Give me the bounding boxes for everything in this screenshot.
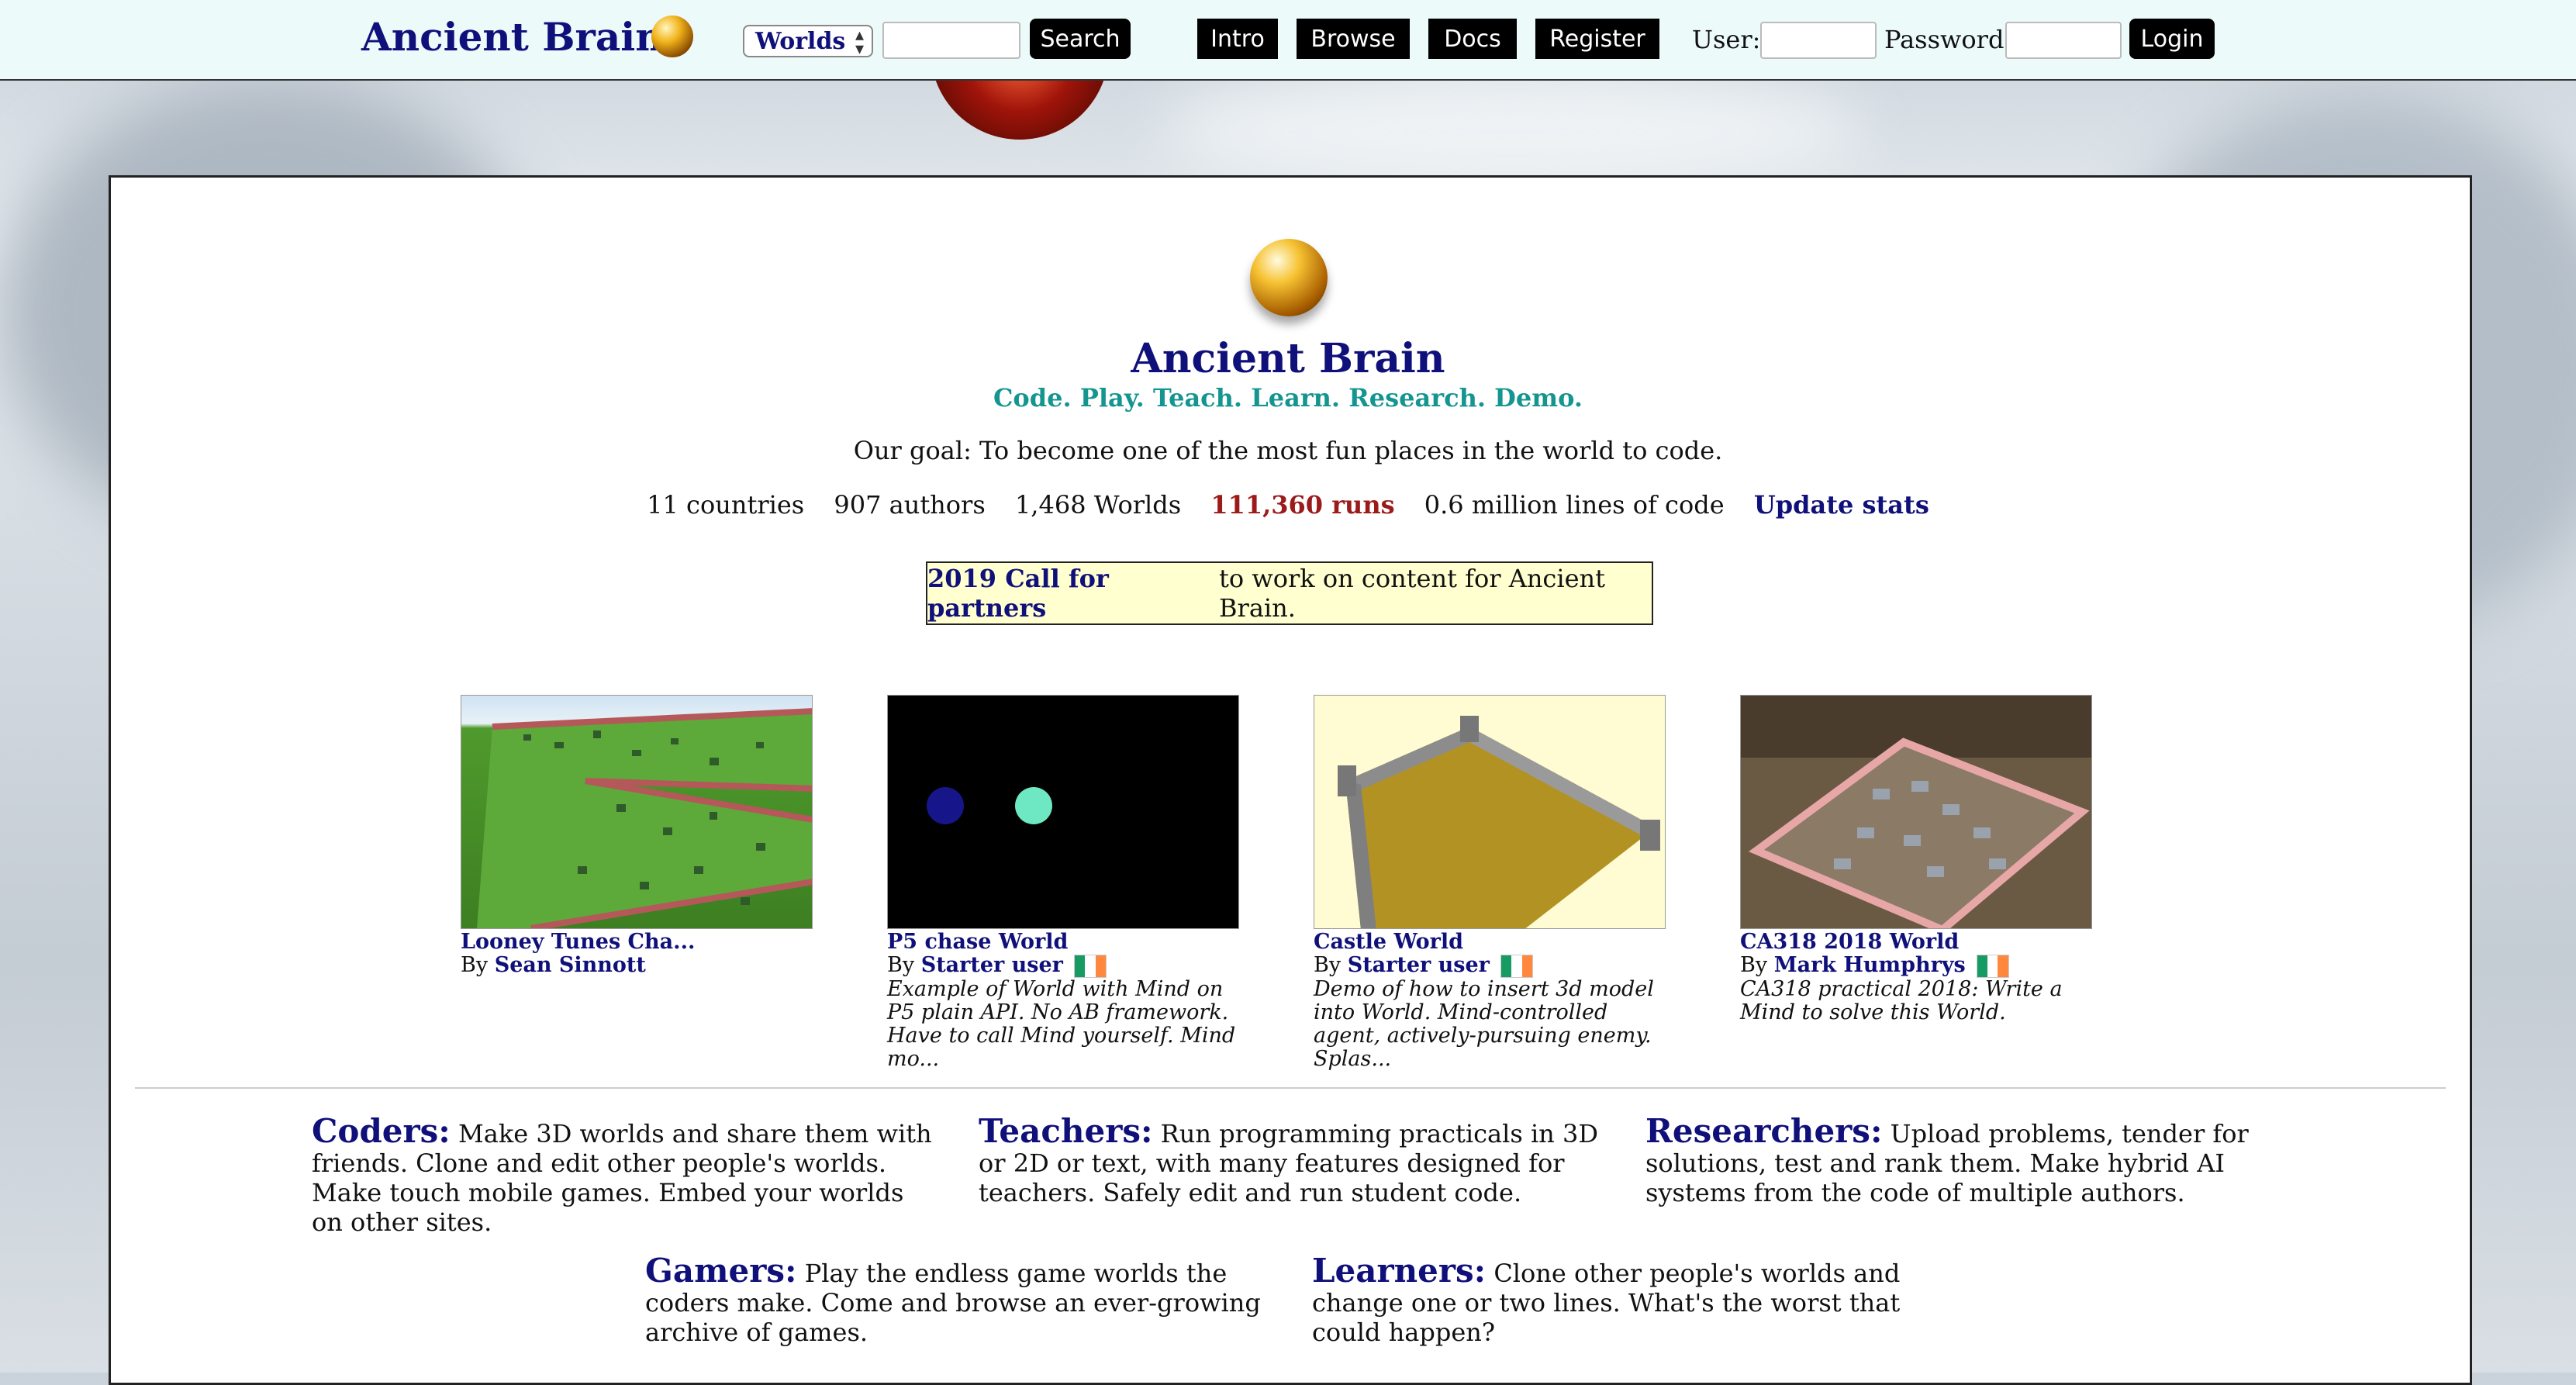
author-link[interactable]: Starter user [921, 953, 1063, 977]
password-input[interactable] [2005, 22, 2122, 59]
teachers-blurb: Teachers: Run programming practicals in … [979, 1115, 1607, 1208]
stat-runs: 111,360 runs [1210, 490, 1395, 520]
password-label: Password: [1884, 25, 2013, 54]
partners-box: 2019 Call for partners to work on conten… [926, 561, 1653, 625]
stat-worlds: 1,468 Worlds [1014, 490, 1182, 520]
world-caption: Castle World By Starter user Demo of how… [1314, 931, 1678, 1071]
brand-orb-icon[interactable] [651, 16, 693, 57]
ca318-preview-image [1741, 696, 2091, 928]
goal-text: Our goal: To become one of the most fun … [853, 436, 1723, 465]
coders-blurb: Coders: Make 3D worlds and share them wi… [312, 1115, 932, 1238]
update-stats-link[interactable]: Update stats [1754, 490, 1929, 520]
maze-preview-image [477, 708, 812, 928]
ireland-flag-icon [1976, 954, 2009, 978]
world-title-link[interactable]: Castle World [1314, 931, 1678, 954]
gamers-blurb: Gamers: Play the endless game worlds the… [645, 1255, 1266, 1348]
world-thumbnail-ca318[interactable] [1740, 695, 2092, 929]
by-label: By [1314, 953, 1342, 977]
by-label: By [887, 953, 915, 977]
world-caption: Looney Tunes Cha... By Sean Sinnott [461, 931, 825, 977]
user-input[interactable] [1760, 22, 1877, 59]
user-label: User: [1692, 25, 1761, 54]
world-title-link[interactable]: CA318 2018 World [1740, 931, 2105, 954]
p5-chase-preview-image [927, 787, 1052, 824]
world-thumbnail-p5-chase[interactable] [887, 695, 1239, 929]
stat-authors: 907 authors [834, 490, 986, 520]
author-link[interactable]: Starter user [1348, 953, 1490, 977]
search-input[interactable] [882, 22, 1020, 59]
tagline: Code. Play. Teach. Learn. Research. Demo… [993, 383, 1583, 413]
nav-intro[interactable]: Intro [1197, 19, 1278, 59]
author-link[interactable]: Sean Sinnott [495, 953, 646, 977]
teachers-heading: Teachers: [979, 1112, 1153, 1150]
world-caption: P5 chase World By Starter user Example o… [887, 931, 1252, 1071]
nav-docs[interactable]: Docs [1428, 19, 1517, 59]
world-description: Demo of how to insert 3d model into Worl… [1314, 976, 1654, 1071]
worlds-select-value: Worlds [755, 28, 846, 55]
stats-row: 11 countries 907 authors 1,468 Worlds 11… [0, 490, 2576, 520]
worlds-select[interactable]: Worlds ▴ ▾ [743, 25, 873, 57]
world-caption: CA318 2018 World By Mark Humphrys CA318 … [1740, 931, 2105, 1024]
brand-logo-text[interactable]: Ancient Brain [361, 14, 664, 60]
nav-browse[interactable]: Browse [1297, 19, 1410, 59]
select-arrows-icon: ▴ ▾ [855, 25, 864, 59]
author-link[interactable]: Mark Humphrys [1774, 953, 1966, 977]
researchers-heading: Researchers: [1645, 1112, 1883, 1150]
world-title-link[interactable]: Looney Tunes Cha... [461, 931, 825, 954]
world-description: CA318 practical 2018: Write a Mind to so… [1740, 976, 2063, 1024]
learners-blurb: Learners: Clone other people's worlds an… [1312, 1255, 1932, 1348]
ireland-flag-icon [1073, 954, 1107, 978]
by-label: By [461, 953, 489, 977]
gamers-heading: Gamers: [645, 1252, 797, 1290]
stat-countries: 11 countries [647, 490, 805, 520]
login-button[interactable]: Login [2129, 19, 2215, 59]
world-description: Example of World with Mind on P5 plain A… [887, 976, 1236, 1071]
nav-register[interactable]: Register [1535, 19, 1659, 59]
by-label: By [1740, 953, 1768, 977]
coders-heading: Coders: [312, 1112, 451, 1150]
castle-preview-image [1338, 716, 1660, 928]
stat-lines: 0.6 million lines of code [1424, 490, 1725, 520]
search-button[interactable]: Search [1030, 19, 1131, 59]
world-thumbnail-looney[interactable] [461, 695, 813, 929]
partners-link[interactable]: 2019 Call for partners [927, 564, 1211, 623]
page-title: Ancient Brain [1131, 335, 1445, 382]
researchers-blurb: Researchers: Upload problems, tender for… [1645, 1115, 2266, 1208]
ireland-flag-icon [1500, 954, 1533, 978]
partners-text: to work on content for Ancient Brain. [1219, 564, 1605, 623]
world-title-link[interactable]: P5 chase World [887, 931, 1252, 954]
world-thumbnail-castle[interactable] [1314, 695, 1666, 929]
divider [135, 1087, 2446, 1089]
ancient-brain-orb-icon [1250, 239, 1328, 316]
top-bar: Ancient Brain Worlds ▴ ▾ Search Intro Bro… [0, 0, 2576, 81]
learners-heading: Learners: [1312, 1252, 1487, 1290]
